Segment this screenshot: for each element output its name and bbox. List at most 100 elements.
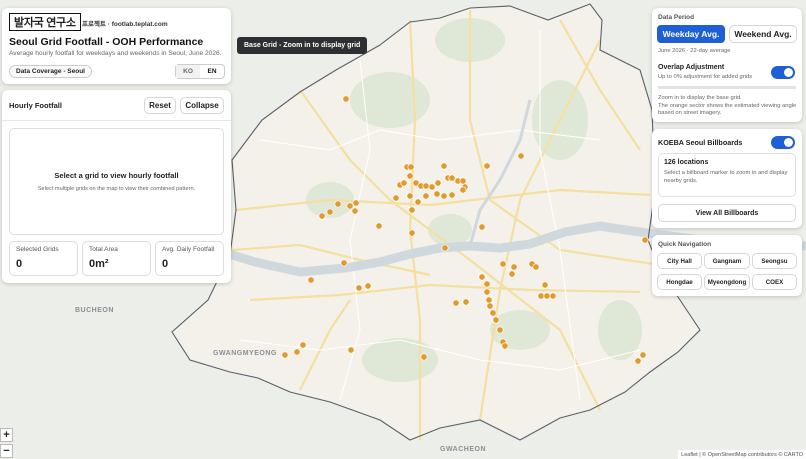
billboard-marker[interactable] (508, 270, 516, 278)
billboard-marker[interactable] (441, 244, 449, 252)
overlap-toggle[interactable] (771, 66, 795, 79)
billboard-marker[interactable] (346, 202, 354, 210)
billboard-marker[interactable] (478, 223, 486, 231)
billboard-marker[interactable] (543, 292, 551, 300)
billboard-marker[interactable] (459, 186, 467, 194)
overlap-slider-track[interactable] (658, 86, 796, 89)
billboard-marker[interactable] (406, 192, 414, 200)
billboard-marker[interactable] (293, 348, 301, 356)
collapse-button[interactable]: Collapse (180, 97, 224, 114)
hourly-chart-placeholder: Select a grid to view hourly footfall Se… (9, 128, 224, 235)
billboard-marker[interactable] (448, 174, 456, 182)
district-label-bucheon: BUCHEON (75, 307, 114, 314)
billboard-marker[interactable] (492, 316, 500, 324)
stat-total-area: Total Area 0m² (82, 241, 151, 276)
weekend-avg-button[interactable]: Weekend Avg. (729, 25, 797, 43)
lang-ko-button[interactable]: KO (176, 65, 200, 78)
billboard-marker[interactable] (483, 288, 491, 296)
billboard-marker[interactable] (407, 163, 415, 171)
billboard-marker[interactable] (375, 222, 383, 230)
billboard-marker[interactable] (342, 95, 350, 103)
billboards-toggle[interactable] (771, 136, 795, 149)
billboard-marker[interactable] (549, 292, 557, 300)
nav-seongsu-button[interactable]: Seongsu (752, 253, 797, 269)
billboards-count: 126 locations (664, 159, 709, 166)
billboard-marker[interactable] (414, 198, 422, 206)
billboard-marker[interactable] (440, 162, 448, 170)
map-attribution: Leaflet | © OpenStreetMap contributors ©… (678, 450, 806, 459)
nav-hongdae-button[interactable]: Hongdae (657, 274, 702, 290)
billboard-marker[interactable] (634, 357, 642, 365)
nav-city-hall-button[interactable]: City Hall (657, 253, 702, 269)
billboard-marker[interactable] (406, 172, 414, 180)
zoom-in-button[interactable]: + (0, 428, 13, 442)
site-link[interactable]: 프로젝트 · footlab.teplat.com (82, 18, 168, 28)
reset-button[interactable]: Reset (144, 97, 176, 114)
data-period-title: Data Period (658, 14, 695, 21)
data-coverage-badge[interactable]: Data Coverage - Seoul (9, 65, 92, 78)
billboard-marker[interactable] (352, 199, 360, 207)
billboard-marker[interactable] (496, 326, 504, 334)
header-panel: 발자국 연구소 프로젝트 · footlab.teplat.com Seoul … (2, 8, 231, 84)
billboard-marker[interactable] (448, 191, 456, 199)
hourly-title: Hourly Footfall (9, 101, 62, 110)
nav-myeongdong-button[interactable]: Myeongdong (704, 274, 750, 290)
billboard-marker[interactable] (541, 281, 549, 289)
billboard-marker[interactable] (639, 351, 647, 359)
billboard-marker[interactable] (510, 263, 518, 271)
zoom-out-button[interactable]: − (0, 444, 13, 458)
stat-label: Selected Grids (16, 246, 59, 253)
billboard-marker[interactable] (299, 341, 307, 349)
grid-tooltip: Base Grid - Zoom in to display grid (237, 37, 368, 54)
stat-value: 0 (162, 258, 169, 270)
billboard-marker[interactable] (483, 162, 491, 170)
sector-note-line: The orange sector shows the estimated vi… (658, 102, 797, 117)
billboard-marker[interactable] (347, 346, 355, 354)
billboard-marker[interactable] (433, 190, 441, 198)
billboard-marker[interactable] (400, 179, 408, 187)
billboard-marker[interactable] (462, 298, 470, 306)
billboard-marker[interactable] (281, 351, 289, 359)
billboard-marker[interactable] (355, 284, 363, 292)
billboard-marker[interactable] (434, 179, 442, 187)
billboard-marker[interactable] (364, 282, 372, 290)
billboard-marker[interactable] (422, 192, 430, 200)
billboard-marker[interactable] (489, 309, 497, 317)
billboard-marker[interactable] (392, 194, 400, 202)
page-title: Seoul Grid Footfall - OOH Performance (9, 36, 204, 48)
billboard-marker[interactable] (334, 200, 342, 208)
billboard-marker[interactable] (307, 276, 315, 284)
zoom-note: Zoom in to display the base grid. The or… (658, 95, 798, 118)
billboard-marker[interactable] (641, 236, 649, 244)
billboard-marker[interactable] (340, 259, 348, 267)
billboard-marker[interactable] (428, 183, 436, 191)
billboard-marker[interactable] (408, 206, 416, 214)
billboard-marker[interactable] (532, 263, 540, 271)
billboard-marker[interactable] (351, 207, 359, 215)
lang-en-button[interactable]: EN (200, 65, 224, 78)
billboard-marker[interactable] (326, 208, 334, 216)
hourly-divider (2, 120, 231, 121)
billboard-marker[interactable] (422, 182, 430, 190)
billboard-marker[interactable] (501, 342, 509, 350)
period-note: June 2026 · 22-day average (658, 48, 731, 54)
view-all-billboards-button[interactable]: View All Billboards (658, 204, 796, 222)
billboard-marker[interactable] (517, 152, 525, 160)
billboard-marker[interactable] (537, 292, 545, 300)
weekday-avg-button[interactable]: Weekday Avg. (657, 25, 725, 43)
billboards-panel: KOEBA Seoul Billboards 126 locations Sel… (652, 129, 802, 228)
billboard-marker[interactable] (478, 273, 486, 281)
billboard-marker[interactable] (318, 212, 326, 220)
billboard-marker[interactable] (486, 302, 494, 310)
billboard-marker[interactable] (483, 280, 491, 288)
billboard-marker[interactable] (459, 177, 467, 185)
billboard-marker[interactable] (440, 192, 448, 200)
billboard-marker[interactable] (452, 299, 460, 307)
billboard-marker[interactable] (420, 353, 428, 361)
billboard-marker[interactable] (485, 296, 493, 304)
nav-gangnam-button[interactable]: Gangnam (704, 253, 750, 269)
billboard-marker[interactable] (408, 229, 416, 237)
billboard-marker[interactable] (499, 260, 507, 268)
nav-coex-button[interactable]: COEX (752, 274, 797, 290)
empty-state-title: Select a grid to view hourly footfall (54, 171, 179, 180)
